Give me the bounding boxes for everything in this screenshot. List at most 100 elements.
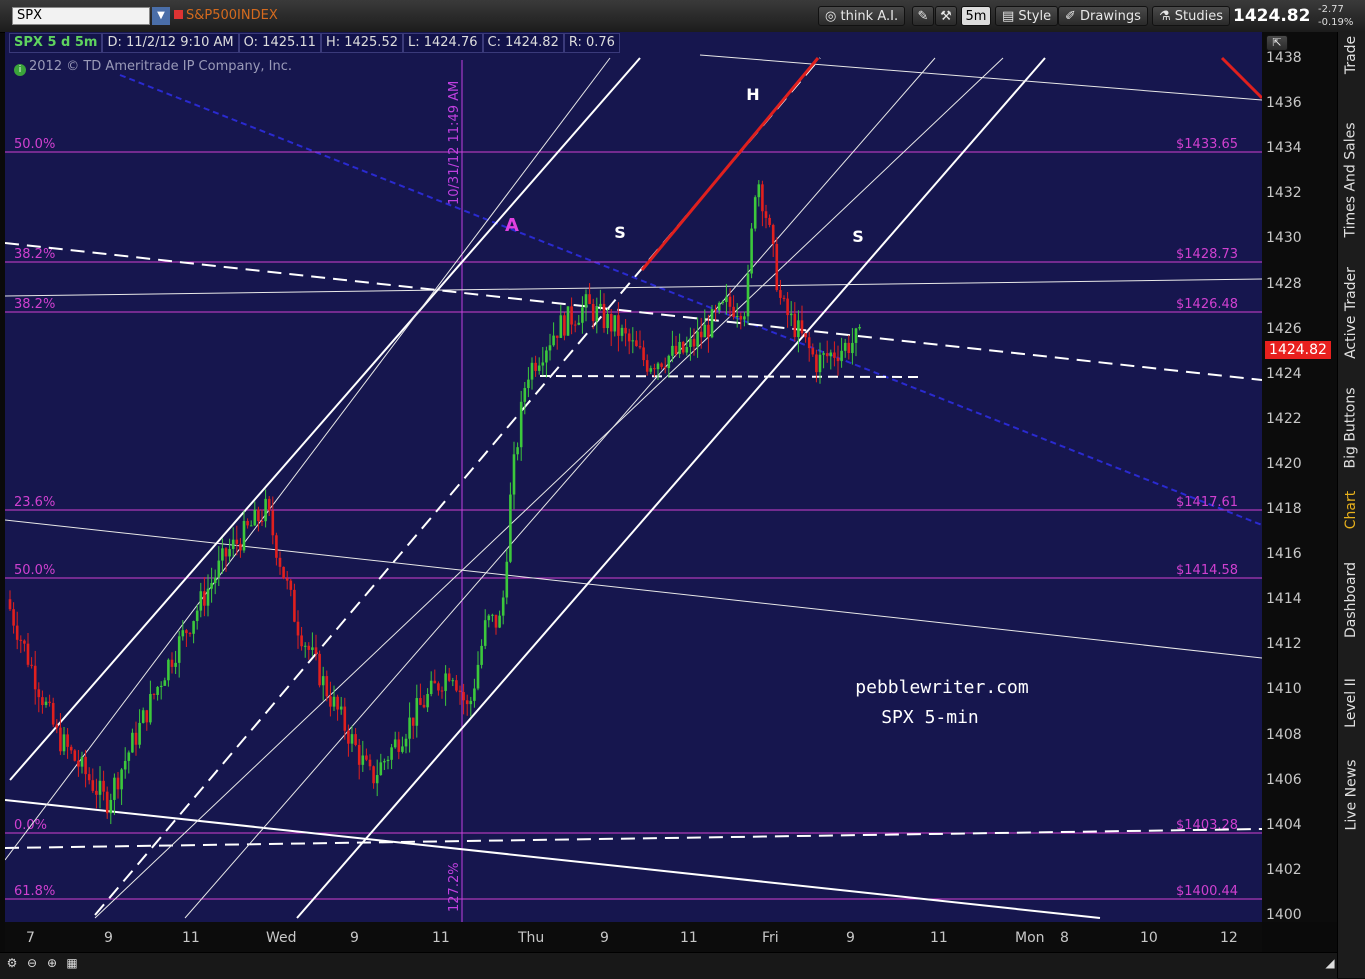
candle-body: [12, 609, 15, 626]
candle-body: [811, 348, 815, 355]
red-trendline-2: [1220, 56, 1262, 100]
candle-body: [786, 298, 789, 316]
candle-body: [113, 777, 116, 800]
candle-body: [329, 696, 332, 707]
candle-body: [372, 766, 375, 784]
style-button[interactable]: ▤ Style: [995, 6, 1059, 26]
side-tab-times-and-sales[interactable]: Times And Sales: [1340, 115, 1362, 245]
crosshair-icon[interactable]: ✎: [912, 6, 934, 26]
candle-body: [159, 685, 163, 688]
candle-body: [375, 775, 379, 784]
settings-icon[interactable]: ⚙: [4, 955, 20, 971]
candle-body: [217, 560, 221, 578]
channel-lower: [296, 57, 1046, 919]
candle-body: [782, 297, 786, 299]
symbol-desc-label: S&P500INDEX: [186, 8, 278, 23]
candle-body: [609, 313, 613, 332]
candle-body: [793, 313, 797, 338]
candle-body: [188, 633, 192, 635]
channel-inner-1: [184, 57, 936, 919]
candle-body: [433, 680, 437, 684]
time-tick: 11: [182, 930, 200, 946]
time-tick: 9: [600, 930, 609, 946]
grid-icon[interactable]: ▦: [64, 955, 80, 971]
zoom-out-icon[interactable]: ⊖: [24, 955, 40, 971]
resize-icon[interactable]: ◢: [1322, 955, 1338, 971]
drawings-label: Drawings: [1080, 9, 1141, 24]
side-tab-trade[interactable]: Trade: [1340, 36, 1362, 74]
price-chart[interactable]: 50.0% $1433.65 38.2% $1428.73 38.2% $1426.48 2…: [5, 32, 1262, 922]
candle-body: [764, 211, 768, 218]
side-tab-label: Active Trader: [1343, 267, 1359, 359]
candle-body: [235, 539, 239, 544]
price-tick: 1426: [1266, 320, 1302, 337]
symbol-description: S&P500INDEX: [174, 8, 278, 23]
candle-body: [152, 693, 156, 695]
fib-price-label: $1414.58: [1176, 563, 1238, 578]
price-tick: 1406: [1266, 771, 1302, 788]
candle-body: [563, 315, 566, 336]
zoom-in-icon[interactable]: ⊕: [44, 955, 60, 971]
candle-body: [537, 365, 541, 371]
candle-body: [512, 454, 516, 495]
candle-body: [66, 734, 69, 747]
symbol-input[interactable]: SPX: [12, 7, 150, 25]
pct-change: -0.19%: [1318, 17, 1354, 28]
side-tab-active-trader[interactable]: Active Trader: [1340, 258, 1362, 368]
candle-body: [95, 790, 98, 795]
time-tick: 11: [680, 930, 698, 946]
side-tab-level-ii[interactable]: Level II: [1340, 660, 1362, 745]
time-tick: Wed: [266, 930, 297, 946]
red-trendline: [640, 57, 820, 271]
candle-body: [653, 368, 656, 370]
candle-body: [732, 306, 735, 318]
candle-body: [638, 346, 642, 348]
trendline-top: [699, 54, 1262, 101]
fib-pct-label: 50.0%: [14, 563, 55, 578]
candle-body: [555, 335, 559, 338]
candle-body: [707, 324, 710, 338]
interval-button[interactable]: 5m: [961, 6, 991, 26]
expand-icon[interactable]: ⇱: [1266, 35, 1288, 51]
candle-body: [523, 388, 527, 402]
resistance-line: [5, 278, 1262, 297]
studies-button[interactable]: ⚗ Studies: [1152, 6, 1231, 26]
candle-body: [455, 680, 458, 691]
info-icon[interactable]: i: [14, 64, 26, 76]
watermark-title: SPX 5-min: [881, 707, 979, 728]
candle-body: [213, 577, 217, 584]
side-tab-chart[interactable]: Chart: [1340, 482, 1362, 538]
time-marker-pct: 127.2%: [447, 862, 462, 912]
price-axis[interactable]: [1262, 32, 1337, 922]
candle-body: [501, 597, 505, 616]
candle-body: [498, 615, 501, 628]
candle-body: [357, 744, 361, 765]
candle-body: [84, 756, 87, 775]
side-tab-live-news[interactable]: Live News: [1340, 745, 1362, 845]
fib-pct-label: 38.2%: [14, 247, 55, 262]
side-tab-label: Dashboard: [1343, 562, 1359, 638]
candle-body: [192, 621, 195, 634]
candle-body: [91, 780, 95, 791]
symbol-dropdown-icon[interactable]: ▼: [152, 7, 170, 25]
candle-body: [37, 689, 41, 698]
fib-pct-label: 38.2%: [14, 297, 55, 312]
side-tab-dashboard[interactable]: Dashboard: [1340, 555, 1362, 645]
drawings-button[interactable]: ✐ Drawings: [1058, 6, 1148, 26]
neckline: [539, 375, 919, 378]
side-tab-big-buttons[interactable]: Big Buttons: [1340, 378, 1362, 478]
think-ai-button[interactable]: ◎ think A.I.: [818, 6, 906, 26]
candle-body: [757, 184, 761, 198]
candle-body: [509, 494, 512, 562]
candle-body: [833, 352, 836, 358]
wrench-icon[interactable]: ⚒: [935, 6, 957, 26]
candle-body: [264, 498, 267, 522]
price-tick: 1408: [1266, 726, 1302, 743]
chart-area[interactable]: 50.0% $1433.65 38.2% $1428.73 38.2% $1426.48 2…: [5, 32, 1262, 922]
time-tick: 9: [350, 930, 359, 946]
price-tick: 1418: [1266, 501, 1302, 517]
candle-body: [41, 697, 44, 706]
symbol-period[interactable]: SPX 5 d 5m: [9, 33, 103, 53]
info-bar: SPX 5 d 5m D: 11/2/12 9:10 AM O: 1425.11…: [9, 33, 620, 53]
time-tick: 12: [1220, 930, 1238, 946]
